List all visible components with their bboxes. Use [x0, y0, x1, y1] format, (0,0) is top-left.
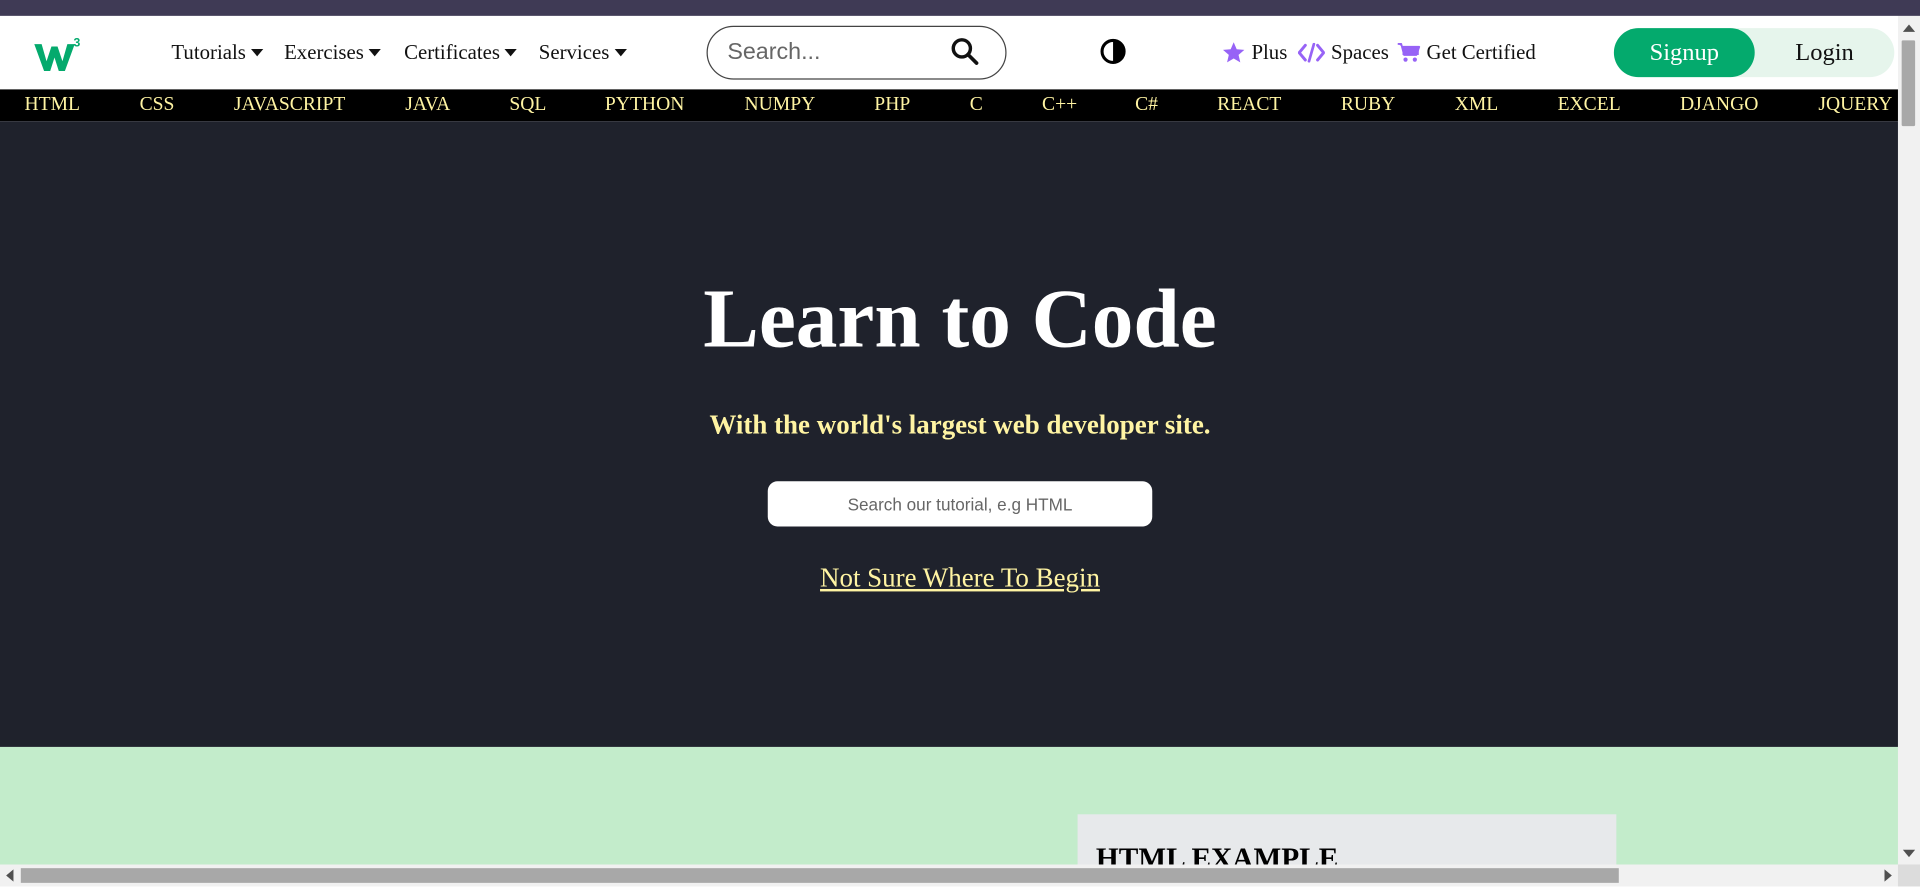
- tutorials-menu-label: Tutorials: [171, 40, 246, 64]
- certificates-menu-label: Certificates: [404, 40, 501, 64]
- plus-label: Plus: [1251, 40, 1288, 64]
- vertical-scrollbar[interactable]: [1897, 15, 1920, 865]
- scroll-down-arrow-icon[interactable]: [1902, 849, 1916, 858]
- horizontal-scroll-thumb[interactable]: [20, 868, 1619, 883]
- svg-text:3: 3: [73, 36, 80, 50]
- scroll-right-arrow-icon[interactable]: [1884, 869, 1892, 882]
- hero-link-wrapper: Not Sure Where To Begin: [0, 562, 1920, 594]
- subnav-item-csharp[interactable]: C#: [1135, 89, 1158, 121]
- subnav-item-excel[interactable]: EXCEL: [1558, 89, 1621, 121]
- subnav-item-sql[interactable]: SQL: [509, 89, 546, 121]
- search-icon[interactable]: [950, 36, 979, 68]
- tutorial-subnav: HTML CSS JAVASCRIPT JAVA SQL PYTHON NUMP…: [0, 89, 1898, 122]
- html-section: HTML EXAMPLE: [0, 746, 1898, 887]
- scroll-left-arrow-icon[interactable]: [6, 869, 14, 882]
- browser-top-strip: [0, 0, 1920, 16]
- top-navbar: 3 Tutorials Exercises Certificates Servi…: [0, 15, 1898, 90]
- subnav-item-html[interactable]: HTML: [24, 89, 80, 121]
- services-menu[interactable]: Services: [539, 16, 627, 89]
- subnav-item-javascript[interactable]: JAVASCRIPT: [234, 89, 345, 121]
- signup-button[interactable]: Signup: [1613, 28, 1755, 78]
- caret-down-icon: [250, 48, 263, 57]
- spaces-link[interactable]: Spaces: [1297, 16, 1389, 89]
- caret-down-icon: [368, 48, 381, 57]
- contrast-icon[interactable]: [1100, 38, 1127, 65]
- subnav-item-java[interactable]: JAVA: [405, 89, 450, 121]
- subnav-item-numpy[interactable]: NUMPY: [744, 89, 815, 121]
- horizontal-scrollbar[interactable]: [0, 864, 1898, 887]
- auth-button-group: Signup Login: [1613, 28, 1895, 78]
- exercises-menu-label: Exercises: [284, 40, 364, 64]
- caret-down-icon: [504, 48, 518, 57]
- vertical-scroll-thumb[interactable]: [1901, 40, 1916, 127]
- get-certified-link[interactable]: Get Certified: [1397, 16, 1536, 89]
- code-icon: [1297, 42, 1325, 63]
- hero-subtitle: With the world's largest web developer s…: [709, 408, 1211, 440]
- w3schools-logo-icon[interactable]: 3: [32, 34, 86, 76]
- subnav-item-react[interactable]: REACT: [1217, 89, 1281, 121]
- search-input[interactable]: [727, 36, 948, 69]
- subnav-item-cpp[interactable]: C++: [1042, 89, 1077, 121]
- exercises-menu[interactable]: Exercises: [284, 16, 381, 89]
- get-certified-label: Get Certified: [1426, 40, 1536, 64]
- subnav-item-c[interactable]: C: [970, 89, 983, 121]
- plus-link[interactable]: Plus: [1222, 16, 1287, 89]
- certificates-menu[interactable]: Certificates: [404, 16, 518, 89]
- login-button[interactable]: Login: [1755, 28, 1895, 77]
- star-icon: [1223, 42, 1245, 63]
- subnav-item-django[interactable]: DJANGO: [1680, 89, 1758, 121]
- subnav-item-php[interactable]: PHP: [874, 89, 910, 121]
- subnav-item-python[interactable]: PYTHON: [605, 89, 684, 121]
- not-sure-where-to-begin-link[interactable]: Not Sure Where To Begin: [820, 562, 1100, 593]
- subnav-item-jquery[interactable]: JQUERY: [1818, 89, 1892, 121]
- subnav-item-css[interactable]: CSS: [140, 89, 175, 121]
- subnav-item-xml[interactable]: XML: [1455, 89, 1499, 121]
- browser-viewport: 3 Tutorials Exercises Certificates Servi…: [0, 0, 1920, 887]
- subnav-item-ruby[interactable]: RUBY: [1341, 89, 1395, 121]
- caret-down-icon: [614, 48, 627, 57]
- tutorials-menu[interactable]: Tutorials: [171, 16, 263, 89]
- scroll-up-arrow-icon[interactable]: [1902, 24, 1916, 32]
- cart-icon: [1397, 42, 1421, 62]
- tutorial-search-input[interactable]: [767, 481, 1153, 527]
- hero-section: Learn to Code With the world's largest w…: [0, 121, 1898, 747]
- services-menu-label: Services: [538, 40, 610, 64]
- scrollbar-corner: [1897, 864, 1920, 887]
- hero-title: Learn to Code: [703, 271, 1217, 365]
- spaces-label: Spaces: [1331, 40, 1389, 64]
